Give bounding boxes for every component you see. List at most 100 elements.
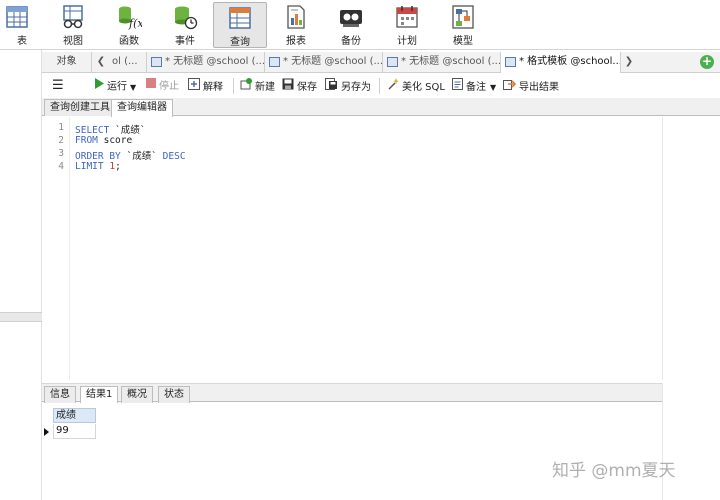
- tab-status[interactable]: 状态: [158, 386, 190, 403]
- run-button[interactable]: 运行 ▼: [94, 78, 136, 94]
- note-label: 备注: [466, 82, 486, 93]
- toolbar-report-label: 报表: [286, 36, 306, 47]
- menu-icon[interactable]: ☰: [52, 78, 64, 94]
- result-side-area: [662, 383, 720, 500]
- save-as-button[interactable]: 另存为: [325, 78, 371, 94]
- toolbar-view-label: 视图: [63, 36, 83, 47]
- tab-objects[interactable]: 对象: [42, 52, 92, 73]
- tab-profile[interactable]: 概况: [121, 386, 153, 403]
- main-toolbar: 表 视图 f(x) 函数 事件 查询 报表 备份: [0, 0, 720, 50]
- table-cell[interactable]: 99: [53, 424, 96, 439]
- table-icon: [4, 4, 30, 30]
- toolbar-report-button[interactable]: 报表: [269, 2, 323, 48]
- sql-keyword: DESC: [162, 151, 186, 162]
- toolbar-backup-button[interactable]: 备份: [324, 2, 378, 48]
- current-row-indicator-icon: [44, 428, 49, 436]
- note-dropdown-icon[interactable]: ▼: [490, 83, 496, 92]
- watermark: 知乎 @mm夏天: [552, 461, 676, 481]
- query-tab-icon: [387, 57, 398, 67]
- toolbar-divider: [379, 78, 380, 94]
- navigator-scrollbar[interactable]: [0, 312, 42, 322]
- tab-document-3-label: * 无标题 @school (...: [283, 56, 383, 67]
- stop-button[interactable]: 停止: [146, 78, 179, 94]
- sql-text: ;: [115, 161, 121, 172]
- tab-info[interactable]: 信息: [44, 386, 76, 403]
- run-label: 运行: [107, 81, 127, 93]
- view-icon: [60, 4, 86, 30]
- query-tab-icon: [269, 57, 280, 67]
- code-line: FROM score: [75, 135, 132, 146]
- save-button[interactable]: 保存: [282, 78, 317, 94]
- tab-query-builder[interactable]: 查询创建工具: [44, 99, 116, 116]
- column-header-score[interactable]: 成绩: [53, 408, 96, 423]
- new-button[interactable]: 新建: [240, 78, 275, 94]
- line-number: 3: [58, 148, 64, 159]
- toolbar-model-label: 模型: [453, 36, 473, 47]
- tab-document-3[interactable]: * 无标题 @school (...: [265, 52, 383, 73]
- toolbar-table-button[interactable]: 表: [0, 2, 44, 48]
- export-icon: [503, 78, 517, 96]
- save-icon: [282, 78, 294, 96]
- sql-text: `成绩`: [120, 151, 163, 162]
- query-toolbar: ☰ 运行 ▼ 停止 解释 新建 保存 另存为 美化 SQL 备注 ▼ 导出结果: [42, 74, 720, 98]
- sql-keyword: FROM: [75, 135, 98, 146]
- document-tab-strip: 对象 ❮ ol (... * 无标题 @school (... * 无标题 @s…: [42, 52, 720, 73]
- beautify-sql-button[interactable]: 美化 SQL: [387, 78, 445, 94]
- save-as-label: 另存为: [341, 82, 371, 93]
- new-label: 新建: [255, 82, 275, 93]
- toolbar-event-label: 事件: [175, 36, 195, 47]
- line-number: 1: [58, 122, 64, 133]
- line-number-gutter: 1 2 3 4: [42, 117, 70, 380]
- new-tab-plus-icon[interactable]: +: [700, 55, 714, 69]
- schedule-icon: [394, 4, 420, 30]
- result-grid: 成绩 99: [42, 403, 662, 500]
- toolbar-query-button[interactable]: 查询: [213, 2, 267, 48]
- tab-result-1[interactable]: 结果1: [80, 386, 119, 404]
- new-icon: [240, 78, 252, 96]
- beautify-sql-label: 美化 SQL: [402, 82, 445, 93]
- code-line: ORDER BY `成绩` DESC: [75, 148, 186, 162]
- export-results-label: 导出结果: [519, 82, 559, 93]
- toolbar-table-label: 表: [17, 36, 27, 47]
- export-results-button[interactable]: 导出结果: [503, 78, 559, 94]
- toolbar-schedule-button[interactable]: 计划: [380, 2, 434, 48]
- note-button[interactable]: 备注 ▼: [452, 78, 496, 94]
- run-icon: [94, 78, 104, 95]
- tab-query-editor[interactable]: 查询编辑器: [111, 99, 173, 117]
- tab-scroll-right-icon[interactable]: ❯: [623, 54, 635, 70]
- explain-icon: [188, 78, 200, 96]
- line-number: 2: [58, 135, 64, 146]
- tab-document-1[interactable]: ol (...: [106, 52, 147, 73]
- note-icon: [452, 78, 463, 96]
- event-icon: [172, 4, 198, 30]
- toolbar-query-label: 查询: [230, 37, 250, 48]
- toolbar-event-button[interactable]: 事件: [158, 2, 212, 48]
- model-icon: [450, 4, 476, 30]
- toolbar-divider: [233, 78, 234, 94]
- sql-keyword: LIMIT: [75, 161, 104, 172]
- explain-label: 解释: [203, 82, 223, 93]
- tab-document-2[interactable]: * 无标题 @school (...: [147, 52, 265, 73]
- toolbar-view-button[interactable]: 视图: [46, 2, 100, 48]
- explain-button[interactable]: 解释: [188, 78, 223, 94]
- backup-icon: [338, 4, 364, 30]
- run-dropdown-icon[interactable]: ▼: [130, 83, 136, 92]
- toolbar-function-label: 函数: [119, 36, 139, 47]
- function-icon: f(x): [116, 4, 148, 30]
- svg-text:f(x): f(x): [128, 17, 142, 30]
- tab-document-5-label: * 格式模板 @school...: [519, 56, 621, 67]
- editor-side-area: [662, 117, 720, 380]
- save-as-icon: [325, 78, 338, 96]
- line-number: 4: [58, 161, 64, 172]
- code-line: LIMIT 1;: [75, 161, 121, 172]
- tab-document-5[interactable]: * 格式模板 @school...: [501, 52, 621, 73]
- object-navigator-panel: [0, 50, 42, 500]
- query-tab-icon: [505, 57, 516, 67]
- toolbar-function-button[interactable]: f(x) 函数: [102, 2, 156, 48]
- sql-editor[interactable]: 1 2 3 4 SELECT `成绩` FROM score ORDER BY …: [42, 117, 662, 380]
- toolbar-model-button[interactable]: 模型: [436, 2, 490, 48]
- tab-document-1-label: ol (...: [112, 56, 138, 67]
- tab-document-4[interactable]: * 无标题 @school (...: [383, 52, 501, 73]
- toolbar-schedule-label: 计划: [397, 36, 417, 47]
- query-mode-tabs: 查询创建工具 查询编辑器: [42, 98, 720, 117]
